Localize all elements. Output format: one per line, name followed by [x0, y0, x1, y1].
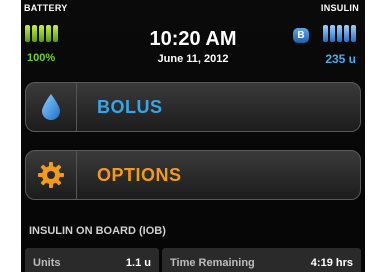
iob-units-label: Units — [33, 257, 61, 269]
insulin-level-icon — [323, 25, 356, 42]
iob-row: Units 1.1 u Time Remaining 4:19 hrs — [25, 248, 361, 272]
insulin-cell — [337, 25, 342, 42]
battery-label: BATTERY — [24, 3, 68, 13]
clock-date: June 11, 2012 — [157, 53, 229, 65]
iob-title: INSULIN ON BOARD (IOB) — [29, 225, 166, 237]
options-button[interactable]: OPTIONS — [25, 150, 361, 200]
iob-units-cell: Units 1.1 u — [25, 248, 159, 272]
water-drop-icon — [26, 83, 77, 131]
iob-time-cell: Time Remaining 4:19 hrs — [162, 248, 361, 272]
insulin-cell — [344, 25, 349, 42]
clock-time: 10:20 AM — [149, 28, 237, 50]
iob-time-value: 4:19 hrs — [310, 257, 353, 269]
insulin-label: INSULIN — [320, 3, 359, 13]
gear-icon — [26, 151, 77, 199]
pump-screen: BATTERY 100% 10:20 AM June 11, 2012 INSU… — [21, 0, 365, 272]
insulin-cell — [351, 25, 356, 42]
iob-units-value: 1.1 u — [125, 257, 151, 269]
insulin-cell — [323, 25, 328, 42]
insulin-cell — [330, 25, 335, 42]
insulin-units: 235 u — [325, 52, 356, 66]
bolus-label: BOLUS — [97, 96, 163, 117]
iob-time-label: Time Remaining — [170, 257, 255, 269]
bolus-badge-icon: B — [293, 28, 309, 43]
bolus-button[interactable]: BOLUS — [25, 82, 361, 132]
options-label: OPTIONS — [97, 164, 182, 185]
